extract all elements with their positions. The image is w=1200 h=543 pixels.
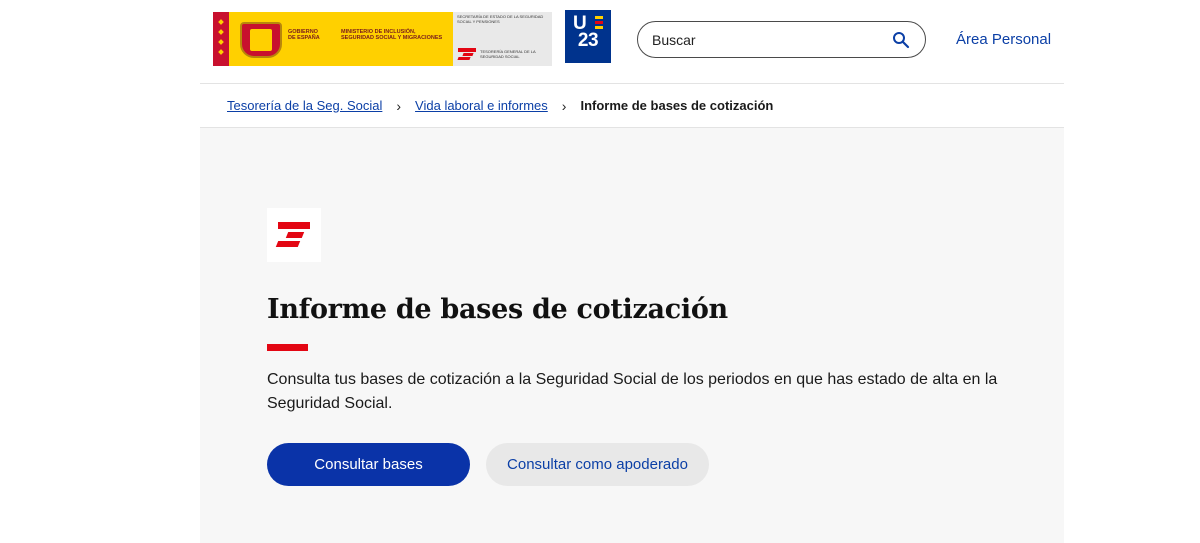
chevron-right-icon: › bbox=[561, 97, 567, 114]
ue-presidency-logo: U 23 bbox=[565, 10, 611, 63]
service-panel: Informe de bases de cotización Consulta … bbox=[200, 128, 1064, 543]
tgss-label: TESORERÍA GENERAL DE LA SEGURIDAD SOCIAL bbox=[480, 49, 536, 59]
chevron-right-icon: › bbox=[396, 97, 402, 114]
breadcrumb: Tesorería de la Seg. Social › Vida labor… bbox=[200, 84, 1064, 128]
eu-flag-icon bbox=[213, 12, 229, 66]
consultar-apoderado-button[interactable]: Consultar como apoderado bbox=[486, 443, 709, 486]
equals-mark-icon bbox=[595, 16, 603, 31]
ministry-label: MINISTERIO DE INCLUSIÓN, SEGURIDAD SOCIA… bbox=[341, 29, 443, 41]
breadcrumb-item-vida-laboral[interactable]: Vida laboral e informes bbox=[415, 98, 548, 113]
title-accent-bar bbox=[267, 344, 308, 351]
government-label: GOBIERNO DE ESPAÑA bbox=[288, 29, 320, 41]
site-header: GOBIERNO DE ESPAÑA MINISTERIO DE INCLUSI… bbox=[200, 0, 1064, 84]
page-title: Informe de bases de cotización bbox=[267, 294, 728, 325]
consultar-bases-button[interactable]: Consultar bases bbox=[267, 443, 470, 486]
search-input[interactable] bbox=[652, 31, 882, 49]
search-box[interactable] bbox=[637, 21, 926, 58]
government-logo-yellow: GOBIERNO DE ESPAÑA MINISTERIO DE INCLUSI… bbox=[213, 12, 453, 66]
tgss-logo-icon bbox=[457, 48, 476, 60]
coat-of-arms-icon bbox=[240, 22, 282, 58]
area-personal-link[interactable]: Área Personal bbox=[956, 31, 1051, 48]
page-description: Consulta tus bases de cotización a la Se… bbox=[267, 371, 998, 412]
search-icon[interactable] bbox=[892, 31, 910, 49]
tgss-logo-icon bbox=[267, 208, 321, 262]
breadcrumb-item-tesoreria[interactable]: Tesorería de la Seg. Social bbox=[227, 98, 382, 113]
government-logo[interactable]: GOBIERNO DE ESPAÑA MINISTERIO DE INCLUSI… bbox=[213, 12, 552, 66]
secretaria-logo: SECRETARÍA DE ESTADO DE LA SEGURIDAD SOC… bbox=[453, 12, 552, 66]
secretaria-label: SECRETARÍA DE ESTADO DE LA SEGURIDAD SOC… bbox=[457, 14, 544, 24]
breadcrumb-current: Informe de bases de cotización bbox=[580, 98, 774, 113]
